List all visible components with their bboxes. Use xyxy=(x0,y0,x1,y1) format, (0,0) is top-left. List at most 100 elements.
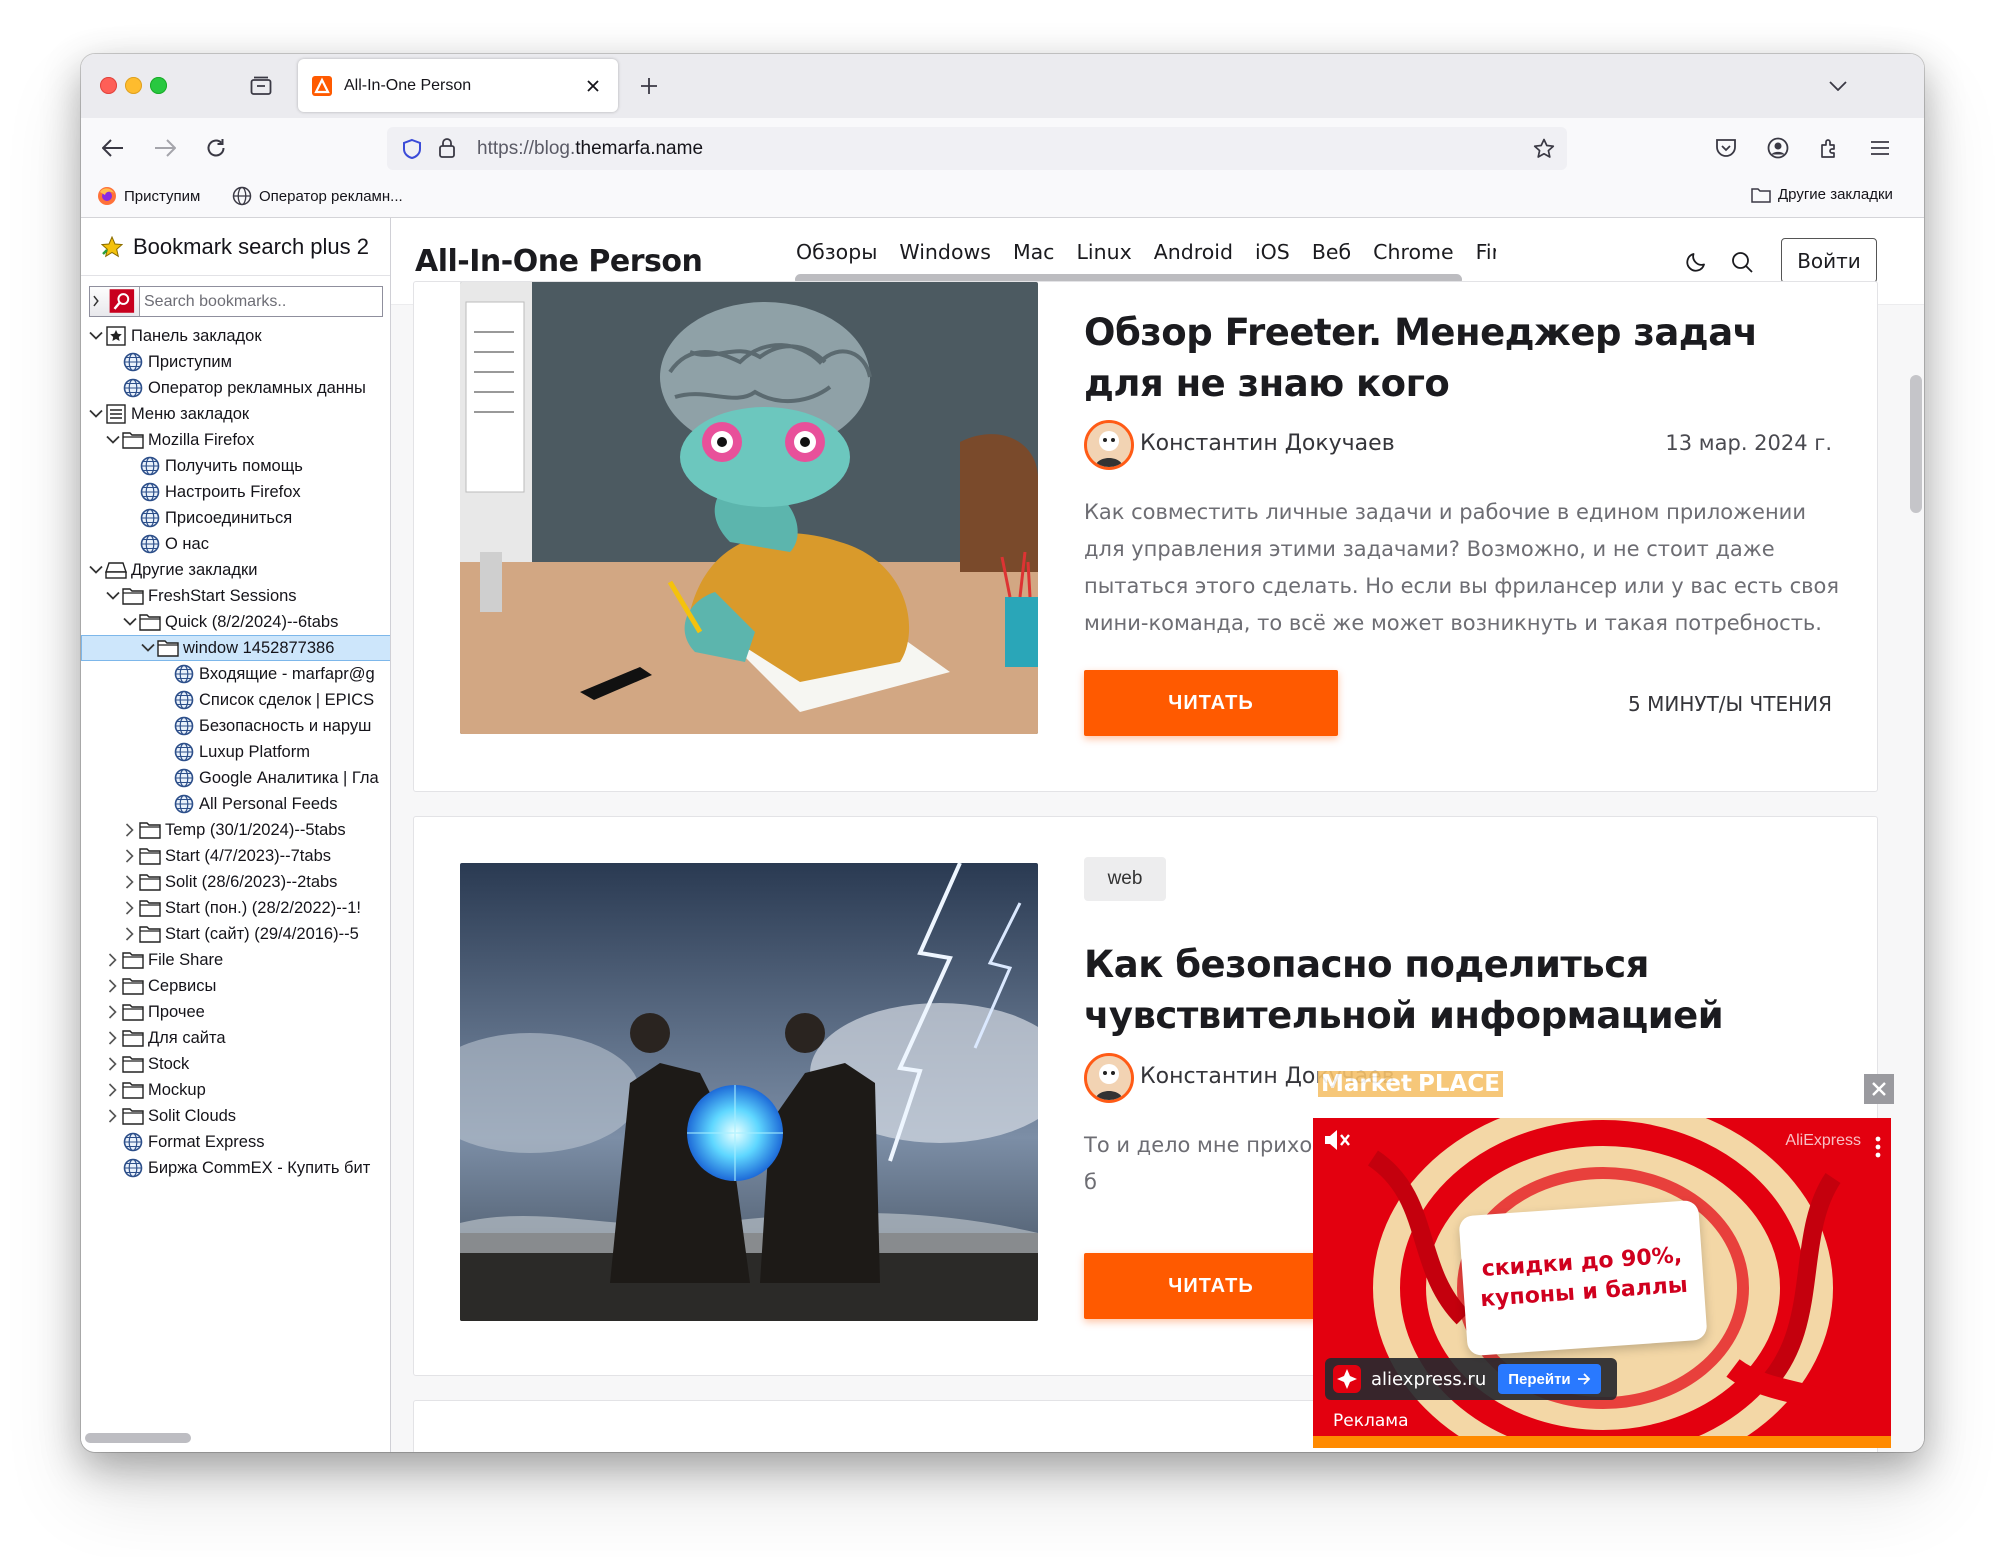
nav-android[interactable]: Android xyxy=(1154,240,1233,276)
bookmark-folder[interactable]: Start (4/7/2023)--7tabs xyxy=(81,843,390,869)
more-options-icon[interactable] xyxy=(1875,1136,1881,1158)
bookmark-item[interactable]: Получить помощь xyxy=(81,453,390,479)
bookmark-item[interactable]: Входящие - marfapr@g xyxy=(81,661,390,687)
bookmark-search-field[interactable]: Search bookmarks.. xyxy=(89,286,383,317)
lock-icon[interactable] xyxy=(437,137,457,159)
author-avatar[interactable] xyxy=(1084,420,1134,470)
bookmark-folder[interactable]: Solit Clouds xyxy=(81,1103,390,1129)
nav-mac[interactable]: Mac xyxy=(1013,240,1055,276)
bookmark-folder[interactable]: Start (сайт) (29/4/2016)--5 xyxy=(81,921,390,947)
tab-close-icon[interactable] xyxy=(576,69,610,103)
bookmark-folder[interactable]: Solit (28/6/2023)--2tabs xyxy=(81,869,390,895)
chevron-down-icon[interactable] xyxy=(104,431,122,449)
chevron-right-icon[interactable] xyxy=(121,925,139,943)
bookmark-item[interactable]: Format Express xyxy=(81,1129,390,1155)
search-icon[interactable] xyxy=(90,287,140,316)
bookmark-folder[interactable]: Другие закладки xyxy=(81,557,390,583)
nav-firefox[interactable]: Firefox xyxy=(1476,240,1496,276)
chevron-down-icon[interactable] xyxy=(87,327,105,345)
nav-linux[interactable]: Linux xyxy=(1076,240,1131,276)
chevron-right-icon[interactable] xyxy=(121,899,139,917)
nav-windows[interactable]: Windows xyxy=(899,240,991,276)
bookmark-folder[interactable]: FreshStart Sessions xyxy=(81,583,390,609)
ad-go-button[interactable]: Перейти xyxy=(1498,1364,1601,1394)
chevron-down-icon[interactable] xyxy=(87,405,105,423)
bookmark-folder[interactable]: Прочее xyxy=(81,999,390,1025)
chevron-right-icon[interactable] xyxy=(104,977,122,995)
url-text[interactable]: https://blog.themarfa.name xyxy=(477,138,703,160)
extensions-icon[interactable] xyxy=(1814,133,1844,163)
chevron-down-icon[interactable] xyxy=(139,639,157,657)
bookmark-folder[interactable]: Сервисы xyxy=(81,973,390,999)
firefox-view-icon[interactable] xyxy=(247,72,275,100)
sidebar-horizontal-scrollbar[interactable] xyxy=(85,1433,191,1443)
bookmark-item[interactable]: Google Аналитика | Гла xyxy=(81,765,390,791)
nav-ios[interactable]: iOS xyxy=(1255,240,1290,276)
chevron-down-icon[interactable] xyxy=(87,561,105,579)
post-title[interactable]: Как безопасно поделиться чувствительной … xyxy=(1084,939,1844,1041)
login-button[interactable]: Войти xyxy=(1781,238,1877,283)
bookmark-folder[interactable]: Mockup xyxy=(81,1077,390,1103)
back-icon[interactable] xyxy=(98,133,128,163)
page-vertical-scrollbar[interactable] xyxy=(1910,375,1922,513)
app-menu-icon[interactable] xyxy=(1865,133,1895,163)
address-bar[interactable]: https://blog.themarfa.name xyxy=(387,127,1567,170)
account-icon[interactable] xyxy=(1763,133,1793,163)
minimize-window-button[interactable] xyxy=(125,77,142,94)
nav-chrome[interactable]: Chrome xyxy=(1373,240,1453,276)
mute-icon[interactable] xyxy=(1323,1128,1351,1152)
bookmark-folder[interactable]: Temp (30/1/2024)--5tabs xyxy=(81,817,390,843)
site-brand[interactable]: All-In-One Person xyxy=(415,244,703,279)
bookmark-folder[interactable]: Для сайта xyxy=(81,1025,390,1051)
bookmark-item[interactable]: Оператор рекламн... xyxy=(232,186,403,206)
tracking-shield-icon[interactable] xyxy=(401,138,423,160)
bookmark-folder[interactable]: Quick (8/2/2024)--6tabs xyxy=(81,609,390,635)
post-author[interactable]: Константин Докучаев xyxy=(1140,431,1395,456)
chevron-right-icon[interactable] xyxy=(104,1055,122,1073)
bookmark-folder[interactable]: Mozilla Firefox xyxy=(81,427,390,453)
bookmark-item[interactable]: Список сделок | EPICS xyxy=(81,687,390,713)
bookmark-item[interactable]: Присоединиться xyxy=(81,505,390,531)
post-tag[interactable]: web xyxy=(1084,857,1166,901)
bookmark-folder[interactable]: Панель закладок xyxy=(81,323,390,349)
chevron-right-icon[interactable] xyxy=(104,951,122,969)
chevron-right-icon[interactable] xyxy=(121,847,139,865)
chevron-right-icon[interactable] xyxy=(104,1029,122,1047)
read-button[interactable]: ЧИТАТЬ xyxy=(1084,670,1338,736)
post-thumbnail-brain-creature[interactable] xyxy=(460,282,1038,734)
chevron-right-icon[interactable] xyxy=(104,1107,122,1125)
list-tabs-chevron-icon[interactable] xyxy=(1823,71,1853,101)
bookmark-folder[interactable]: File Share xyxy=(81,947,390,973)
chevron-right-icon[interactable] xyxy=(104,1081,122,1099)
other-bookmarks-button[interactable]: Другие закладки xyxy=(1751,186,1893,203)
chevron-right-icon[interactable] xyxy=(121,821,139,839)
bookmark-item[interactable]: Оператор рекламных данны xyxy=(81,375,390,401)
post-thumbnail-sci-fi-handshake[interactable] xyxy=(460,863,1038,1321)
bookmark-item[interactable]: Luxup Platform xyxy=(81,739,390,765)
nav-reviews[interactable]: Обзоры xyxy=(796,240,877,276)
video-ad[interactable]: AliExpress скидки до 90%, купоны и баллы… xyxy=(1313,1118,1891,1448)
bookmark-item[interactable]: О нас xyxy=(81,531,390,557)
chevron-right-icon[interactable] xyxy=(104,1003,122,1021)
bookmark-item[interactable]: All Personal Feeds xyxy=(81,791,390,817)
chevron-right-icon[interactable] xyxy=(121,873,139,891)
bookmark-item[interactable]: Приступим xyxy=(97,186,200,206)
dark-mode-moon-icon[interactable] xyxy=(1681,247,1711,277)
bookmark-folder[interactable]: Меню закладок xyxy=(81,401,390,427)
bookmark-item[interactable]: Биржа CommEX - Купить бит xyxy=(81,1155,390,1181)
bookmark-folder[interactable]: window 1452877386 xyxy=(81,635,390,661)
bookmark-item[interactable]: Настроить Firefox xyxy=(81,479,390,505)
pocket-icon[interactable] xyxy=(1711,133,1741,163)
post-title[interactable]: Обзор Freeter. Менеджер задач для не зна… xyxy=(1084,307,1844,409)
read-button[interactable]: ЧИТАТЬ xyxy=(1084,1253,1338,1319)
close-window-button[interactable] xyxy=(100,77,117,94)
bookmark-folder[interactable]: Stock xyxy=(81,1051,390,1077)
bookmark-item[interactable]: Безопасность и наруш xyxy=(81,713,390,739)
ad-close-icon[interactable] xyxy=(1864,1074,1894,1104)
zoom-window-button[interactable] xyxy=(150,77,167,94)
bookmark-star-icon[interactable] xyxy=(1532,137,1556,161)
chevron-down-icon[interactable] xyxy=(104,587,122,605)
author-avatar[interactable] xyxy=(1084,1053,1134,1103)
ad-cta-bar[interactable]: aliexpress.ru Перейти xyxy=(1325,1358,1617,1400)
bookmark-item[interactable]: Приступим xyxy=(81,349,390,375)
